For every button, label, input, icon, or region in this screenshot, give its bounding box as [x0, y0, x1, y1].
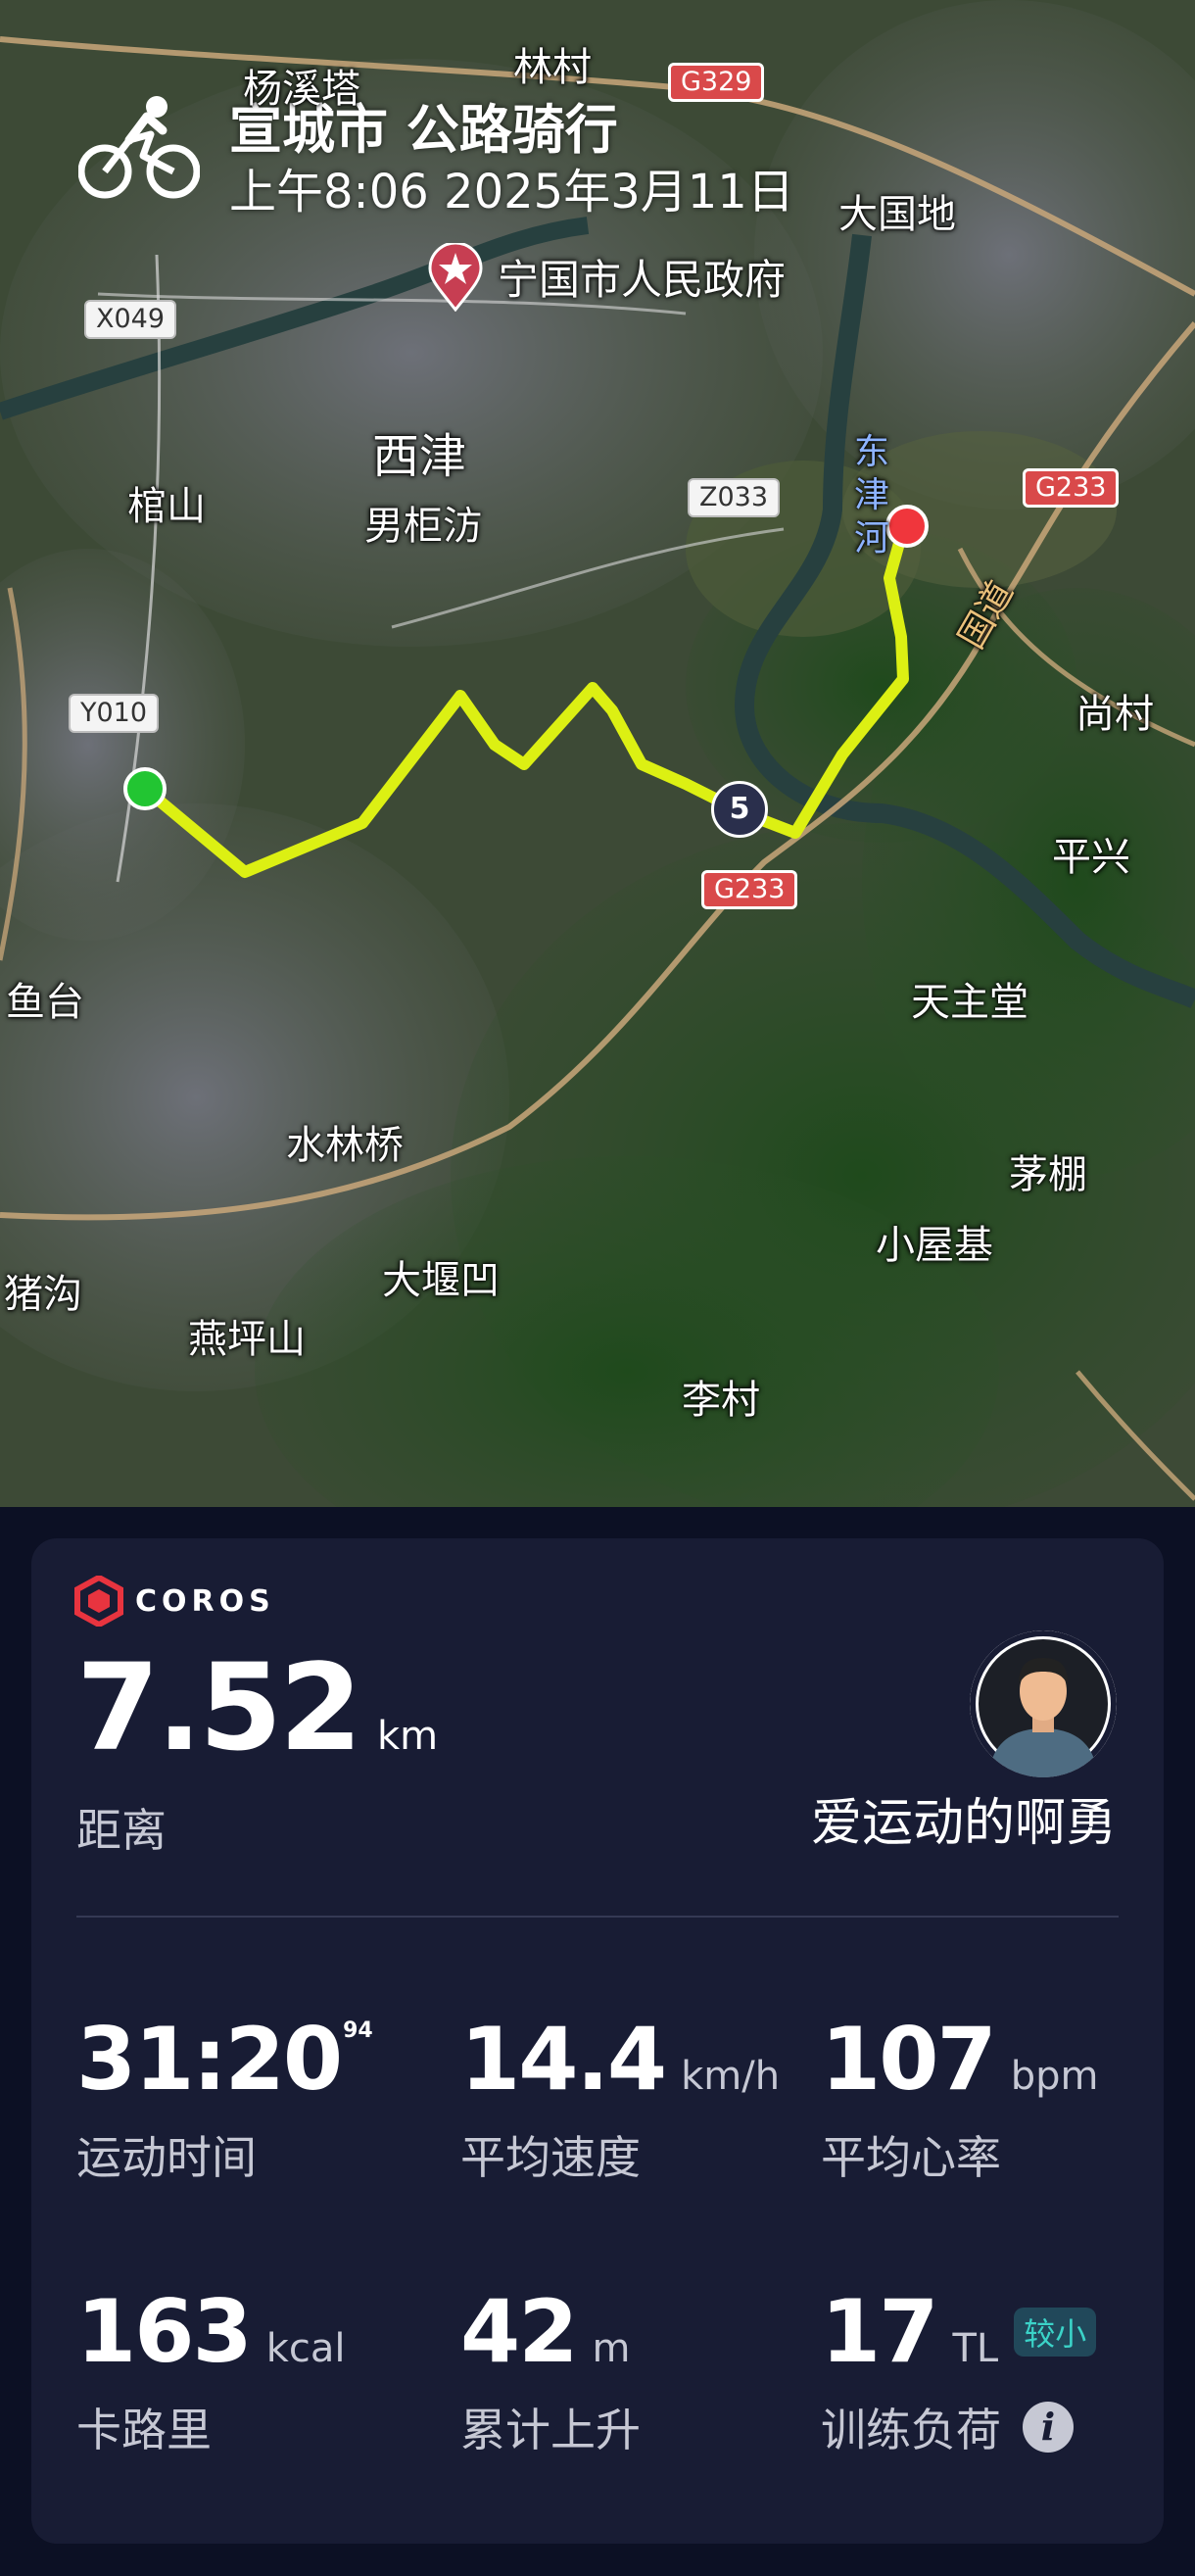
km-marker: 5: [711, 781, 768, 838]
stat-avg-speed: 14.4 km/h 平均速度: [460, 2017, 780, 2187]
cycling-icon: [78, 96, 200, 199]
distance-value-row: 7.52 km: [76, 1648, 438, 1768]
place-label: 水林桥: [286, 1123, 404, 1168]
info-icon[interactable]: i: [1023, 2402, 1074, 2453]
road-badge: Z033: [688, 478, 781, 517]
place-label: 猪沟: [4, 1272, 82, 1317]
stat-elevation-gain: 42 m 累计上升: [460, 2289, 641, 2459]
route-map[interactable]: 宣城市 公路骑行 上午8:06 2025年3月11日 杨溪塔 林村 G329 大…: [0, 0, 1195, 1507]
stat-label: 平均心率: [821, 2131, 1001, 2184]
brand-name: COROS: [135, 1583, 275, 1619]
place-label: 燕坪山: [188, 1317, 306, 1362]
stat-value: 107: [821, 2009, 997, 2110]
place-label: 西津: [372, 429, 467, 484]
government-pin-icon: [428, 243, 483, 312]
stat-unit: bpm: [1010, 2054, 1099, 2099]
place-label: 平兴: [1052, 835, 1130, 880]
start-point: [123, 767, 167, 810]
place-label: 杨溪塔: [243, 67, 360, 112]
stat-unit: m: [592, 2326, 631, 2371]
place-label: 尚村: [1076, 692, 1154, 737]
place-label: 鱼台: [6, 980, 84, 1025]
activity-datetime: 上午8:06 2025年3月11日: [229, 165, 794, 219]
place-label: 茅棚: [1009, 1152, 1087, 1197]
training-load-badge: 较小: [1014, 2308, 1097, 2357]
stat-unit: km/h: [681, 2054, 781, 2099]
user-avatar[interactable]: [970, 1630, 1117, 1777]
road-badge: X049: [84, 300, 177, 339]
place-label: 大国地: [838, 192, 956, 237]
stat-label: 运动时间: [76, 2131, 257, 2184]
place-label: 林村: [513, 45, 592, 90]
road-badge: G233: [1023, 468, 1120, 508]
distance-value: 7.52: [76, 1638, 362, 1777]
river-label: 东津河: [854, 432, 890, 559]
stat-avg-heart-rate: 107 bpm 平均心率: [821, 2017, 1098, 2187]
road-badge: G329: [668, 63, 765, 102]
stat-calories: 163 kcal 卡路里: [76, 2289, 345, 2459]
place-label: 大堰凹: [382, 1258, 500, 1303]
stat-label: 平均速度: [460, 2131, 641, 2184]
stat-value: 17: [821, 2281, 938, 2382]
avatar-image: [970, 1630, 1117, 1777]
satellite-background: [0, 0, 1195, 1507]
username: 爱运动的啊勇: [810, 1794, 1117, 1853]
stat-label: 训练负荷: [821, 2404, 1001, 2456]
stat-value-fraction: 94: [343, 2018, 373, 2043]
brand-logo: COROS: [74, 1576, 275, 1627]
place-label: 李村: [682, 1378, 760, 1423]
place-label: 天主堂: [911, 980, 1028, 1025]
stat-value: 31:20: [76, 2009, 343, 2110]
road-badge: Y010: [69, 694, 160, 733]
divider: [76, 1916, 1119, 1918]
stat-unit: kcal: [265, 2326, 346, 2371]
stat-training-load: 17 TL 较小 训练负荷 i: [821, 2281, 1097, 2459]
stat-label: 卡路里: [76, 2404, 212, 2456]
stat-value: 42: [460, 2281, 578, 2382]
distance-unit: km: [377, 1714, 439, 1759]
place-label: 小屋基: [876, 1223, 993, 1268]
stat-value: 163: [76, 2281, 253, 2382]
stat-label: 累计上升: [460, 2404, 641, 2456]
coros-logo-icon: [74, 1576, 123, 1627]
stat-duration: 31:20 94 运动时间: [76, 2017, 373, 2187]
road-badge: G233: [701, 870, 798, 909]
stat-unit: TL: [952, 2326, 999, 2371]
stat-value: 14.4: [460, 2009, 667, 2110]
distance-label: 距离: [76, 1804, 167, 1857]
activity-summary-card: COROS 7.52 km 距离 爱运动的啊勇 31:20 94 运动时间 14…: [31, 1538, 1164, 2544]
end-point: [885, 505, 929, 548]
place-label: 棺山: [127, 484, 206, 529]
place-label: 男柜汸: [364, 504, 482, 549]
government-label: 宁国市人民政府: [498, 256, 787, 304]
